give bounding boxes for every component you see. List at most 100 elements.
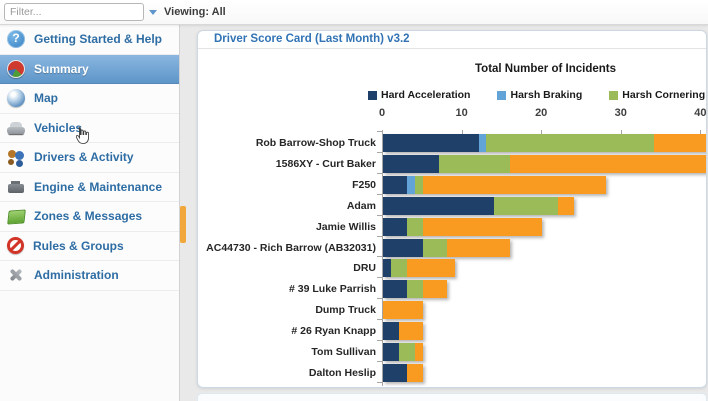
category-label-dump-truck: Dump Truck	[315, 304, 376, 317]
bar-segment-hard-acceleration[interactable]	[383, 238, 423, 257]
sidebar-notification-indicator	[180, 206, 186, 243]
category-label-26-ryan-knapp: # 26 Ryan Knapp	[291, 325, 376, 338]
bar-segment-hard-acceleration[interactable]	[383, 363, 407, 382]
y-axis-tick	[377, 360, 382, 362]
report-title-link[interactable]: Driver Score Card (Last Month) v3.2	[214, 33, 410, 45]
sidebar-item-map[interactable]: Map	[0, 84, 179, 114]
viewing-selector[interactable]: Viewing: All	[164, 0, 226, 25]
bar-segment-hard-acceleration[interactable]	[383, 259, 391, 278]
report-panel: Driver Score Card (Last Month) v3.2 Tota…	[197, 30, 707, 388]
bar-segment-speeding[interactable]	[398, 322, 423, 341]
sidebar-item-label: Administration	[34, 268, 119, 283]
y-axis-tick	[377, 298, 382, 300]
bar-segment-hard-acceleration[interactable]	[383, 175, 407, 194]
sidebar-item-summary[interactable]: Summary	[0, 54, 179, 84]
map-icon	[7, 89, 25, 108]
sidebar-item-label: Drivers & Activity	[34, 150, 134, 165]
chart-title: Total Number of Incidents	[475, 63, 616, 75]
bar-row-39-luke-parrish	[383, 280, 447, 299]
y-axis-tick	[377, 151, 382, 153]
legend-item-hard-acceleration: Hard Acceleration	[368, 89, 470, 101]
legend-item-harsh-braking: Harsh Braking	[497, 89, 582, 101]
bar-segment-speeding[interactable]	[406, 363, 423, 382]
y-axis-tick	[377, 381, 382, 383]
topbar: Viewing: All	[0, 0, 708, 25]
bar-segment-speeding[interactable]	[406, 259, 455, 278]
bar-segment-hard-acceleration[interactable]	[383, 322, 399, 341]
bar-row-f250	[383, 175, 606, 194]
bar-segment-speeding[interactable]	[383, 301, 423, 320]
category-label-adam: Adam	[346, 199, 376, 212]
bar-segment-speeding[interactable]	[422, 217, 543, 236]
bar-segment-speeding[interactable]	[510, 154, 706, 173]
legend-swatch-harsh-braking	[497, 90, 507, 100]
bar-segment-speeding[interactable]	[558, 196, 575, 215]
sidebar-item-drivers-activity[interactable]: Drivers & Activity	[0, 143, 179, 173]
bar-segment-speeding[interactable]	[422, 175, 606, 194]
engine-icon	[7, 178, 25, 196]
bar-segment-harsh-cornering[interactable]	[422, 238, 447, 257]
y-axis-tick	[377, 319, 382, 321]
bar-row-dalton-heslip	[383, 363, 423, 382]
drivers-icon	[7, 148, 25, 166]
bar-segment-hard-acceleration[interactable]	[383, 280, 407, 299]
summary-icon	[7, 59, 25, 78]
y-axis-tick	[377, 172, 382, 174]
legend-label: Harsh Cornering	[622, 89, 706, 101]
bar-row-adam	[383, 196, 575, 215]
sidebar-item-zones-messages[interactable]: Zones & Messages	[0, 202, 179, 232]
chevron-down-icon[interactable]	[149, 10, 157, 15]
bar-segment-speeding[interactable]	[653, 134, 706, 152]
bar-row-26-ryan-knapp	[383, 322, 423, 341]
category-label-tom-sullivan: Tom Sullivan	[311, 346, 376, 358]
bar-row-rob-barrow-shop-truck	[383, 134, 706, 152]
y-axis-tick	[377, 235, 382, 237]
y-axis-tick	[377, 131, 382, 132]
bar-segment-hard-acceleration[interactable]	[383, 196, 495, 215]
y-axis-tick	[377, 256, 382, 258]
category-label-39-luke-parrish: # 39 Luke Parrish	[289, 283, 376, 296]
legend-swatch-harsh-cornering	[609, 90, 619, 100]
bar-segment-harsh-cornering[interactable]	[390, 259, 407, 278]
bar-segment-harsh-braking[interactable]	[406, 175, 415, 194]
sidebar-item-label: Summary	[34, 61, 89, 76]
bar-segment-hard-acceleration[interactable]	[383, 134, 479, 152]
bar-segment-harsh-cornering[interactable]	[414, 175, 423, 194]
x-axis-tick-label: 0	[378, 107, 386, 119]
filter-input[interactable]	[4, 3, 144, 21]
y-axis-tick	[377, 340, 382, 341]
x-axis-tick-label: 10	[455, 107, 468, 119]
bar-segment-harsh-cornering[interactable]	[406, 280, 423, 299]
sidebar-item-rules-groups[interactable]: Rules & Groups	[0, 231, 179, 261]
bar-segment-harsh-cornering[interactable]	[486, 134, 654, 152]
bar-row-1586xy-curt-baker	[383, 154, 706, 173]
rules-icon	[7, 237, 24, 255]
x-axis-tick-label: 30	[614, 107, 627, 119]
bar-segment-hard-acceleration[interactable]	[383, 343, 399, 361]
bar-segment-hard-acceleration[interactable]	[383, 217, 407, 236]
bar-segment-hard-acceleration[interactable]	[383, 154, 439, 173]
bar-segment-speeding[interactable]	[422, 280, 447, 299]
sidebar-item-engine-maintenance[interactable]: Engine & Maintenance	[0, 172, 179, 202]
legend-label: Hard Acceleration	[381, 89, 471, 101]
category-label-1586xy-curt-baker: 1586XY - Curt Baker	[275, 157, 376, 170]
bar-segment-harsh-cornering[interactable]	[438, 154, 511, 173]
bar-row-jamie-willis	[383, 217, 543, 236]
category-label-rob-barrow-shop-truck: Rob Barrow-Shop Truck	[255, 137, 376, 149]
bar-row-dru	[383, 259, 455, 278]
sidebar-item-label: Getting Started & Help	[34, 32, 163, 47]
bar-segment-speeding[interactable]	[446, 238, 511, 257]
bar-segment-harsh-braking[interactable]	[478, 134, 487, 152]
bar-segment-harsh-cornering[interactable]	[494, 196, 559, 215]
bar-row-tom-sullivan	[383, 343, 423, 361]
legend-label: Harsh Braking	[510, 89, 583, 101]
bar-segment-speeding[interactable]	[414, 343, 423, 361]
bar-segment-harsh-cornering[interactable]	[398, 343, 415, 361]
y-axis-tick	[377, 214, 382, 216]
admin-icon	[7, 266, 25, 284]
sidebar-item-label: Rules & Groups	[33, 238, 124, 253]
sidebar-item-getting-started-help[interactable]: Getting Started & Help	[0, 25, 179, 55]
sidebar-item-administration[interactable]: Administration	[0, 261, 179, 291]
bar-row-dump-truck	[383, 301, 423, 320]
bar-segment-harsh-cornering[interactable]	[406, 217, 423, 236]
